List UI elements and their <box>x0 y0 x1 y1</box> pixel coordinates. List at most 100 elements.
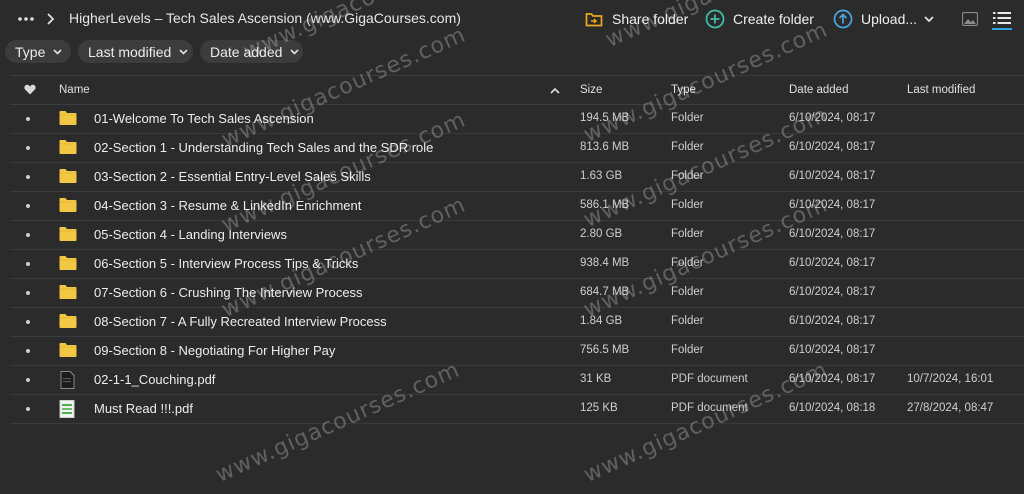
pdf-green-file-icon <box>59 400 77 418</box>
file-size: 1.63 GB <box>580 170 623 182</box>
folder-icon <box>59 342 77 360</box>
more-options-icon[interactable] <box>16 10 36 28</box>
file-type: Folder <box>671 141 704 153</box>
file-name[interactable]: 04-Section 3 - Resume & LinkedIn Enrichm… <box>94 198 361 213</box>
sort-ascending-chevron-icon[interactable] <box>550 85 562 97</box>
column-header-type[interactable]: Type <box>671 84 696 96</box>
table-row[interactable]: 05-Section 4 - Landing Interviews 2.80 GB… <box>10 221 1024 250</box>
file-last-modified: 27/8/2024, 08:47 <box>907 402 994 414</box>
thumbnail-view-icon[interactable] <box>961 10 979 28</box>
file-date-added: 6/10/2024, 08:17 <box>789 286 876 298</box>
file-date-added: 6/10/2024, 08:17 <box>789 112 876 124</box>
file-size: 125 KB <box>580 402 618 414</box>
upload-button[interactable]: Upload... <box>833 8 917 30</box>
file-date-added: 6/10/2024, 08:17 <box>789 373 876 385</box>
file-name[interactable]: 07-Section 6 - Crushing The Interview Pr… <box>94 285 363 300</box>
list-view-icon[interactable] <box>991 8 1013 32</box>
folder-icon <box>59 255 77 273</box>
type-filter-dropdown[interactable]: Type <box>5 40 71 63</box>
folder-icon <box>59 226 77 244</box>
table-row[interactable]: 02-Section 1 - Understanding Tech Sales … <box>10 134 1024 163</box>
file-name[interactable]: 03-Section 2 - Essential Entry-Level Sal… <box>94 169 371 184</box>
file-size: 756.5 MB <box>580 344 630 356</box>
file-list-table: Name Size Type Date added Last modified … <box>10 75 1024 424</box>
last-modified-filter-label: Last modified <box>88 43 172 60</box>
pdf-dark-file-icon <box>59 371 77 389</box>
file-name[interactable]: 01-Welcome To Tech Sales Ascension <box>94 111 314 126</box>
folder-icon <box>59 139 77 157</box>
file-name[interactable]: 02-Section 1 - Understanding Tech Sales … <box>94 140 433 155</box>
add-circle-icon <box>705 9 725 29</box>
file-name[interactable]: 08-Section 7 - A Fully Recreated Intervi… <box>94 314 387 329</box>
top-bar: HigherLevels – Tech Sales Ascension (www… <box>0 0 1024 38</box>
table-row[interactable]: 04-Section 3 - Resume & LinkedIn Enrichm… <box>10 192 1024 221</box>
table-row[interactable]: 02-1-1_Couching.pdf 31 KB PDF document 6/10… <box>10 366 1024 395</box>
row-selection-dot[interactable] <box>26 378 30 382</box>
last-modified-filter-dropdown[interactable]: Last modified <box>78 40 193 63</box>
upload-dropdown-chevron-icon[interactable] <box>922 12 936 26</box>
file-size: 31 KB <box>580 373 612 385</box>
file-date-added: 6/10/2024, 08:17 <box>789 170 876 182</box>
row-selection-dot[interactable] <box>26 117 30 121</box>
file-name[interactable]: 05-Section 4 - Landing Interviews <box>94 227 287 242</box>
file-type: Folder <box>671 228 704 240</box>
row-selection-dot[interactable] <box>26 291 30 295</box>
row-selection-dot[interactable] <box>26 407 30 411</box>
table-row[interactable]: 07-Section 6 - Crushing The Interview Pr… <box>10 279 1024 308</box>
table-header: Name Size Type Date added Last modified <box>10 75 1024 105</box>
favourite-heart-icon[interactable] <box>24 84 38 98</box>
file-name[interactable]: 06-Section 5 - Interview Process Tips & … <box>94 256 358 271</box>
row-selection-dot[interactable] <box>26 262 30 266</box>
row-selection-dot[interactable] <box>26 349 30 353</box>
file-date-added: 6/10/2024, 08:17 <box>789 315 876 327</box>
table-row[interactable]: 03-Section 2 - Essential Entry-Level Sal… <box>10 163 1024 192</box>
folder-icon <box>59 110 77 128</box>
date-added-filter-dropdown[interactable]: Date added <box>200 40 303 63</box>
file-type: Folder <box>671 344 704 356</box>
column-header-date-added[interactable]: Date added <box>789 84 848 96</box>
file-size: 1.84 GB <box>580 315 623 327</box>
file-size: 813.6 MB <box>580 141 630 153</box>
file-name[interactable]: 02-1-1_Couching.pdf <box>94 372 215 387</box>
create-folder-label: Create folder <box>733 11 814 27</box>
folder-icon <box>59 313 77 331</box>
file-type: Folder <box>671 286 704 298</box>
share-folder-icon <box>584 9 604 29</box>
list-view-active-indicator <box>992 27 1012 30</box>
table-row[interactable]: 08-Section 7 - A Fully Recreated Intervi… <box>10 308 1024 337</box>
breadcrumb-folder-title[interactable]: HigherLevels – Tech Sales Ascension (www… <box>69 10 461 26</box>
create-folder-button[interactable]: Create folder <box>705 8 814 30</box>
table-row[interactable]: Must Read !!!.pdf 125 KB PDF document 6/10/… <box>10 395 1024 424</box>
row-selection-dot[interactable] <box>26 320 30 324</box>
table-row[interactable]: 09-Section 8 - Negotiating For Higher Pa… <box>10 337 1024 366</box>
file-name[interactable]: Must Read !!!.pdf <box>94 401 193 416</box>
file-date-added: 6/10/2024, 08:17 <box>789 199 876 211</box>
file-size: 586.1 MB <box>580 199 630 211</box>
folder-icon <box>59 168 77 186</box>
file-size: 684.7 MB <box>580 286 630 298</box>
file-name[interactable]: 09-Section 8 - Negotiating For Higher Pa… <box>94 343 335 358</box>
file-type: PDF document <box>671 402 748 414</box>
share-folder-button[interactable]: Share folder <box>584 8 688 30</box>
column-header-last-modified[interactable]: Last modified <box>907 84 975 96</box>
row-selection-dot[interactable] <box>26 204 30 208</box>
file-date-added: 6/10/2024, 08:17 <box>789 344 876 356</box>
file-size: 938.4 MB <box>580 257 630 269</box>
file-type: Folder <box>671 257 704 269</box>
file-last-modified: 10/7/2024, 16:01 <box>907 373 994 385</box>
row-selection-dot[interactable] <box>26 233 30 237</box>
upload-label: Upload... <box>861 11 918 27</box>
table-row[interactable]: 06-Section 5 - Interview Process Tips & … <box>10 250 1024 279</box>
row-selection-dot[interactable] <box>26 146 30 150</box>
column-header-size[interactable]: Size <box>580 84 602 96</box>
column-header-name[interactable]: Name <box>59 84 90 96</box>
chevron-down-icon <box>179 48 188 55</box>
type-filter-label: Type <box>15 43 46 60</box>
file-date-added: 6/10/2024, 08:17 <box>789 228 876 240</box>
row-selection-dot[interactable] <box>26 175 30 179</box>
folder-icon <box>59 284 77 302</box>
table-row[interactable]: 01-Welcome To Tech Sales Ascension 194.5 … <box>10 105 1024 134</box>
file-type: Folder <box>671 170 704 182</box>
chevron-down-icon <box>290 48 299 55</box>
file-date-added: 6/10/2024, 08:17 <box>789 141 876 153</box>
